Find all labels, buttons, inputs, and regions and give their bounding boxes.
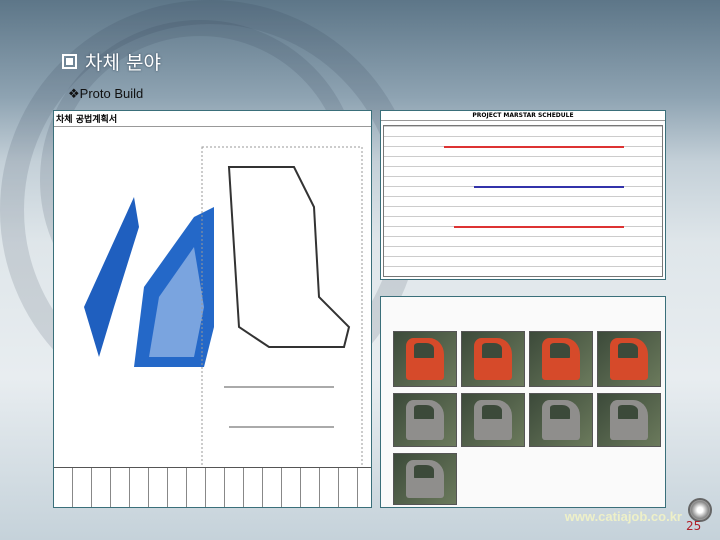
part-photo <box>393 331 457 387</box>
page-number: 25 <box>686 519 702 533</box>
body-process-plan-document: 차체 공법계획서 <box>53 110 372 508</box>
slide-subtitle: ❖Proto Build <box>68 86 144 101</box>
project-schedule-document: PROJECT MARSTAR SCHEDULE <box>380 110 666 280</box>
part-photo <box>597 393 661 447</box>
part-photo <box>461 393 525 447</box>
part-photo <box>393 453 457 505</box>
part-photo <box>461 331 525 387</box>
document-heading: 차체 공법계획서 <box>54 111 371 127</box>
body-panel-drawing <box>84 146 363 473</box>
square-bullet-icon <box>62 54 77 69</box>
part-photo <box>529 393 593 447</box>
prototype-parts-photo-sheet <box>380 296 666 508</box>
schedule-heading: PROJECT MARSTAR SCHEDULE <box>381 111 665 121</box>
part-photo <box>393 393 457 447</box>
part-photo <box>529 331 593 387</box>
slide-title: 차체 분야 <box>62 48 161 75</box>
slide-title-text: 차체 분야 <box>85 52 161 74</box>
part-photo <box>597 331 661 387</box>
parts-table <box>54 467 371 507</box>
schedule-grid <box>383 125 663 277</box>
website-url: www.catiajob.co.kr <box>564 509 682 524</box>
